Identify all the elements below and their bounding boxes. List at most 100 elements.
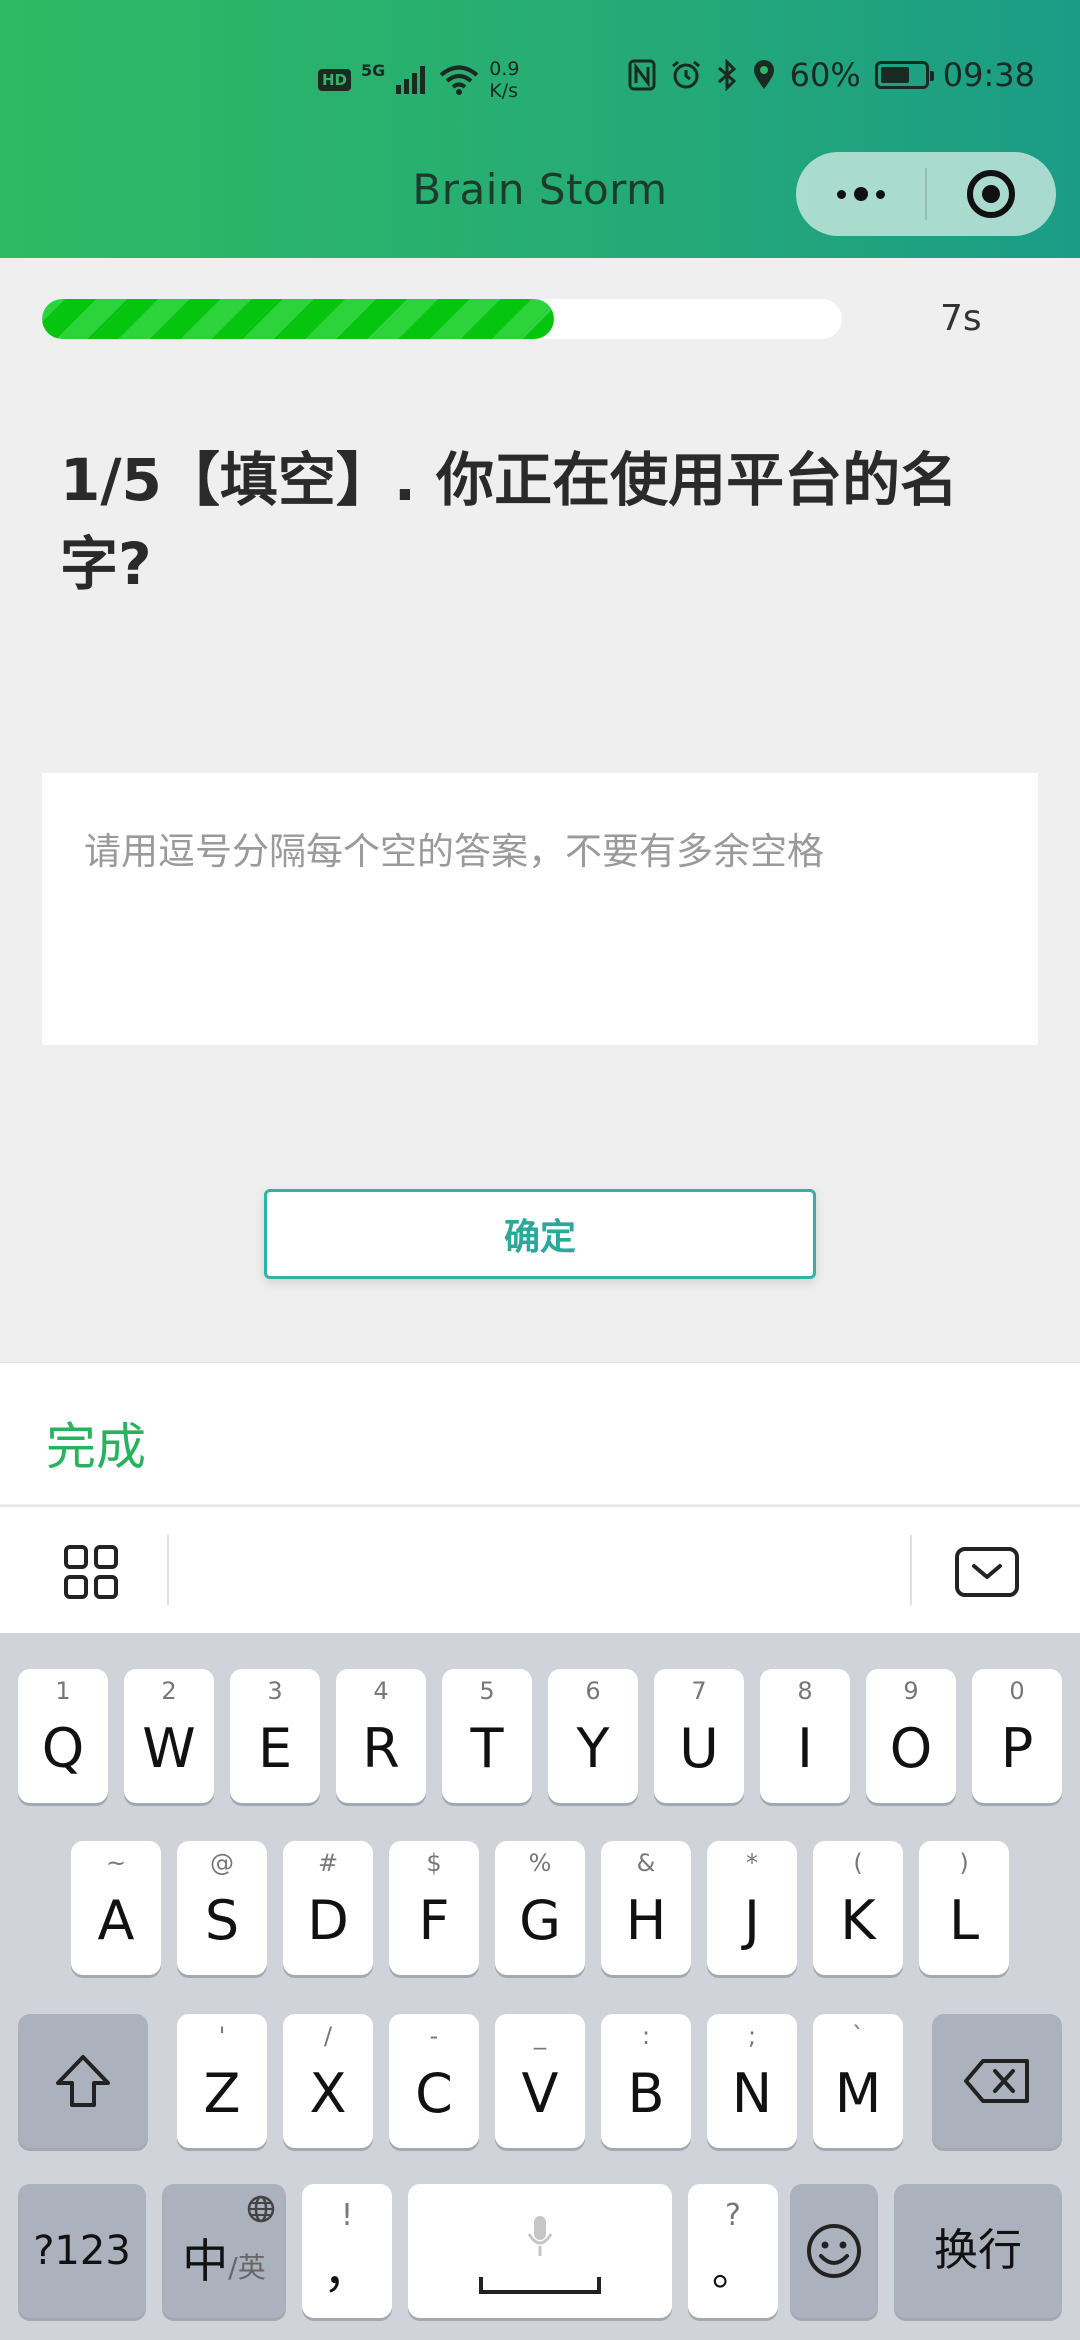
key-z[interactable]: ' Z [177,2014,267,2148]
key-d-alt: # [317,1849,339,1877]
shift-arrow-icon [56,2055,110,2107]
key-t-label: T [470,1717,504,1780]
lang-sub-label: /英 [228,2251,266,2284]
key-a-label: A [97,1889,135,1952]
key-i[interactable]: 8I [760,1669,850,1803]
globe-icon [247,2195,275,2223]
key-h-alt: & [636,1849,656,1877]
key-x-alt: / [323,2022,333,2050]
key-d[interactable]: # D [283,1841,373,1975]
key-n-label: N [731,2062,773,2125]
key-m-alt: ` [852,2022,864,2050]
net-speed-unit: K/s [489,80,519,102]
key-z-alt: ' [218,2022,226,2050]
question-text: 1/5【填空】. 你正在使用平台的名字? [60,446,959,598]
key-s[interactable]: @ S [177,1841,267,1975]
keyboard-accessory-bar: 完成 [0,1362,1080,1504]
more-button[interactable] [796,152,925,236]
enter-key-label: 换行 [934,2225,1022,2276]
key-m[interactable]: ` M [813,2014,903,2148]
microphone-icon [527,2216,553,2256]
confirm-button[interactable]: 确定 [264,1189,816,1279]
grid-apps-icon[interactable] [64,1545,118,1599]
key-r[interactable]: 4R [336,1669,426,1803]
key-g-label: G [519,1889,561,1952]
cell-signal-icon [396,66,426,94]
key-a[interactable]: ~ A [71,1841,161,1975]
key-a-alt: ~ [105,1849,127,1877]
key-l-alt: ) [959,1849,969,1877]
language-switch-key[interactable]: 中/英 [162,2184,286,2318]
battery-icon [874,61,934,89]
key-s-label: S [204,1889,240,1952]
key-h-label: H [625,1889,667,1952]
answer-input[interactable] [42,773,1038,1045]
key-w[interactable]: 2W [124,1669,214,1803]
key-l[interactable]: ) L [919,1841,1009,1975]
key-o-alt: 9 [903,1677,919,1705]
key-w-alt: 2 [161,1677,177,1705]
key-n-alt: ; [747,2022,757,2050]
key-z-label: Z [203,2062,241,2125]
key-p-label: P [1000,1717,1034,1780]
comma-key[interactable]: ! ， [302,2184,392,2318]
key-n[interactable]: ; N [707,2014,797,2148]
key-c-label: C [415,2062,453,2125]
key-e[interactable]: 3E [230,1669,320,1803]
key-o[interactable]: 9O [866,1669,956,1803]
key-u-label: U [679,1717,719,1780]
done-button[interactable]: 完成 [46,1407,146,1479]
key-f[interactable]: $ F [389,1841,479,1975]
hd-badge: HD [318,69,352,91]
space-key[interactable] [408,2184,672,2318]
status-left: HD 5G 0.9 K/s [318,58,520,102]
key-t-alt: 5 [479,1677,495,1705]
numbers-key[interactable]: ?123 [18,2184,146,2318]
key-g[interactable]: % G [495,1841,585,1975]
toolbar-divider-left [167,1535,169,1605]
key-y-alt: 6 [585,1677,601,1705]
key-x-label: X [309,2062,347,2125]
key-j[interactable]: * J [707,1841,797,1975]
progress-fill [42,299,554,339]
key-v[interactable]: _ V [495,2014,585,2148]
key-t[interactable]: 5T [442,1669,532,1803]
key-y-label: Y [576,1717,610,1780]
period-key-label: 。 [711,2246,754,2295]
hide-keyboard-icon[interactable] [955,1547,1019,1597]
shift-key[interactable] [18,2014,148,2148]
key-g-alt: % [528,1849,552,1877]
keyboard-toolbar [0,1505,1080,1633]
toolbar-divider-right [910,1535,912,1605]
key-k[interactable]: (K [813,1841,903,1975]
countdown-timer: 7s [940,298,982,339]
backspace-key[interactable] [932,2014,1062,2148]
key-c[interactable]: -C [389,2014,479,2148]
key-q-alt: 1 [55,1677,71,1705]
lang-main-label: 中 [182,2234,229,2288]
key-p-alt: 0 [1009,1677,1025,1705]
bluetooth-icon [717,59,736,91]
battery-percent: 60% [789,56,861,94]
key-p[interactable]: 0P [972,1669,1062,1803]
key-b-alt: : [641,2022,651,2050]
status-bar: HD 5G 0.9 K/s 60% 09:38 [0,50,1080,110]
key-q[interactable]: 1Q [18,1669,108,1803]
key-h[interactable]: & H [601,1841,691,1975]
close-button[interactable] [927,152,1056,236]
period-key[interactable]: ? 。 [688,2184,778,2318]
comma-key-label: ， [322,2243,371,2299]
enter-key[interactable]: 换行 [894,2184,1062,2318]
key-u-alt: 7 [691,1677,707,1705]
key-e-label: E [257,1717,293,1780]
emoji-key[interactable] [790,2184,878,2318]
location-icon [753,60,774,89]
key-x[interactable]: / X [283,2014,373,2148]
key-b[interactable]: :B [601,2014,691,2148]
key-y[interactable]: 6Y [548,1669,638,1803]
key-j-alt: * [746,1849,758,1877]
key-u[interactable]: 7U [654,1669,744,1803]
key-m-label: M [834,2062,882,2125]
countdown-progress-bar [42,299,842,339]
app-header: HD 5G 0.9 K/s 60% 09:38 Brain Storm [0,0,1080,258]
